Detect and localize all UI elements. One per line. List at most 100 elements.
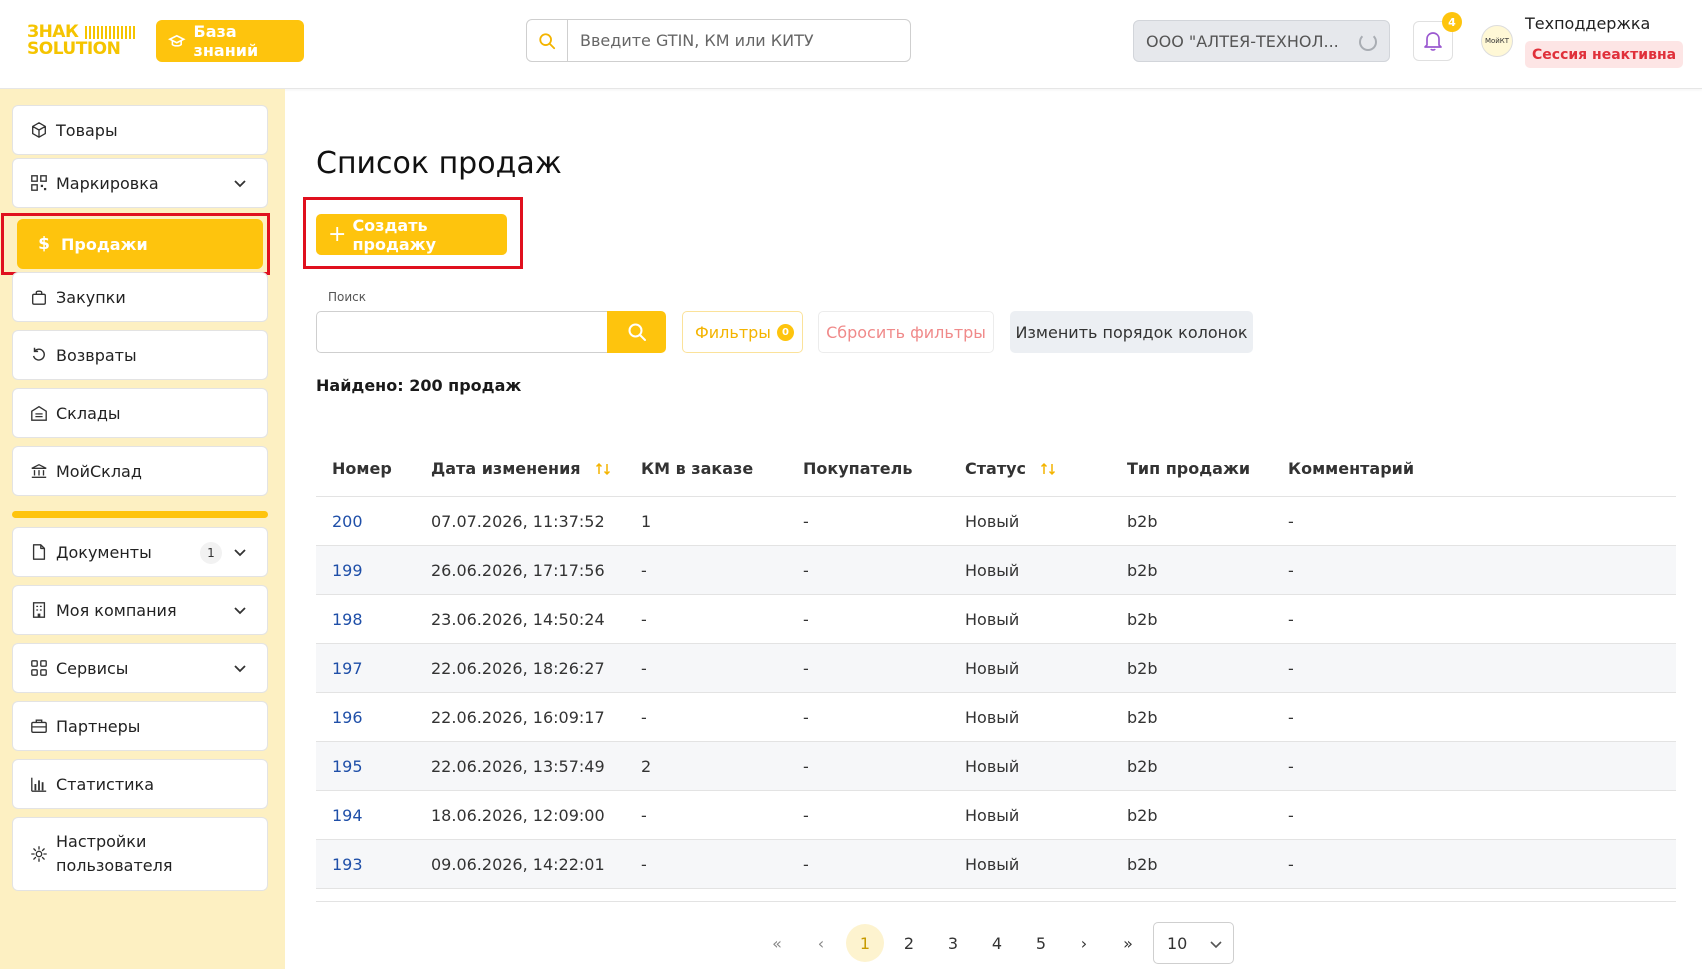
chevron-down-icon [234,607,246,615]
table-row[interactable]: 198 23.06.2026, 14:50:24 - - Новый b2b - [316,595,1676,644]
avatar-text: МойКТ [1484,37,1510,45]
knowledge-base-button[interactable]: База знаний [156,20,304,62]
sidebar-item-returns[interactable]: Возвраты [12,330,268,380]
top-header: ЗНАК SOLUTION База знаний ООО "АЛТЕЯ-ТЕХ… [0,0,1702,89]
sales-search-input[interactable] [317,312,607,352]
sidebar-item-documents[interactable]: Документы 1 [12,527,268,577]
table-row[interactable]: 193 09.06.2026, 14:22:01 - - Новый b2b - [316,840,1676,889]
shopping-bag-icon [32,290,46,305]
global-search-button[interactable] [527,20,568,61]
sort-icon [595,462,610,475]
cell-number[interactable]: 197 [332,659,363,678]
notifications-count-badge: 4 [1442,12,1462,32]
page-button-2[interactable]: 2 [889,922,929,964]
next-page-button[interactable]: › [1064,922,1104,964]
table-row[interactable]: 194 18.06.2026, 12:09:00 - - Новый b2b - [316,791,1676,840]
last-page-button[interactable]: » [1108,922,1148,964]
user-name[interactable]: Техподдержка [1525,14,1650,33]
sidebar-item-purchases[interactable]: Закупки [12,272,268,322]
cell-km: - [641,659,647,678]
cell-number[interactable]: 193 [332,855,363,874]
cell-status: Новый [965,610,1020,629]
sidebar-item-products[interactable]: Товары [12,105,268,155]
filters-button[interactable]: Фильтры 0 [682,311,803,353]
graduation-cap-icon [168,34,186,47]
sidebar-item-label: Статистика [56,774,154,794]
page-button-1[interactable]: 1 [846,924,884,962]
sidebar-item-marking[interactable]: Маркировка [12,158,268,208]
table-row[interactable]: 200 07.07.2026, 11:37:52 1 - Новый b2b - [316,497,1676,546]
cell-number[interactable]: 195 [332,757,363,776]
cell-km: 1 [641,512,652,531]
column-header-modified-date[interactable]: Дата изменения [431,459,611,478]
sidebar-item-partners[interactable]: Партнеры [12,701,268,751]
sales-search-field [316,311,607,353]
table-bottom-border [316,889,1676,902]
logo[interactable]: ЗНАК SOLUTION [27,24,141,58]
column-header-km[interactable]: КМ в заказе [641,459,753,478]
first-page-button[interactable]: « [757,922,797,964]
column-header-number[interactable]: Номер [332,459,392,478]
sidebar-item-statistics[interactable]: Статистика [12,759,268,809]
sidebar-item-services[interactable]: Сервисы [12,643,268,693]
highlight-box-sales [1,213,270,275]
documents-count-badge: 1 [200,542,222,564]
qr-code-icon [31,175,47,191]
sidebar-item-warehouses[interactable]: Склады [12,388,268,438]
sales-search-button[interactable] [607,311,666,353]
page-button-3[interactable]: 3 [933,922,973,964]
chevron-down-icon [234,549,246,557]
table-row[interactable]: 196 22.06.2026, 16:09:17 - - Новый b2b - [316,693,1676,742]
sidebar-item-user-settings[interactable]: Настройки пользователя [12,817,268,891]
filters-count-badge: 0 [776,323,794,341]
cell-number[interactable]: 199 [332,561,363,580]
cell-sale-type: b2b [1127,659,1158,678]
filters-label: Фильтры [695,322,771,342]
page-button-5[interactable]: 5 [1021,922,1061,964]
page-button-4[interactable]: 4 [977,922,1017,964]
sidebar-item-moysklad[interactable]: МойСклад [12,446,268,496]
sidebar-item-my-company[interactable]: Моя компания [12,585,268,635]
table-row[interactable]: 197 22.06.2026, 18:26:27 - - Новый b2b - [316,644,1676,693]
grid-icon [31,660,47,676]
table-row[interactable]: 199 26.06.2026, 17:17:56 - - Новый b2b - [316,546,1676,595]
cell-number[interactable]: 196 [332,708,363,727]
cell-buyer: - [803,855,809,874]
building-icon [32,602,46,618]
avatar[interactable]: МойКТ [1481,25,1513,57]
column-header-status[interactable]: Статус [965,459,1056,478]
column-header-label: Тип продажи [1127,459,1251,478]
page-size-value: 10 [1167,933,1188,953]
table-row[interactable]: 195 22.06.2026, 13:57:49 2 - Новый b2b - [316,742,1676,791]
cell-number[interactable]: 194 [332,806,363,825]
cell-comment: - [1288,855,1294,874]
column-header-sale-type[interactable]: Тип продажи [1127,459,1250,478]
column-header-comment[interactable]: Комментарий [1288,459,1414,478]
cell-modified-date: 09.06.2026, 14:22:01 [431,855,605,874]
briefcase-icon [31,719,47,733]
page-size-select[interactable]: 10 [1153,922,1234,964]
global-search-input[interactable] [568,21,910,60]
bank-icon [31,463,47,478]
prev-page-button[interactable]: ‹ [801,922,841,964]
cell-buyer: - [803,561,809,580]
cell-buyer: - [803,708,809,727]
cell-sale-type: b2b [1127,512,1158,531]
column-header-buyer[interactable]: Покупатель [803,459,912,478]
reorder-columns-button[interactable]: Изменить порядок колонок [1010,311,1253,353]
company-selector[interactable]: ООО "АЛТЕЯ-ТЕХНОЛ... [1133,20,1390,62]
cell-status: Новый [965,855,1020,874]
cell-number[interactable]: 200 [332,512,363,531]
cell-km: - [641,708,647,727]
results-count: Найдено: 200 продаж [316,376,522,395]
cell-comment: - [1288,659,1294,678]
gear-icon [31,846,47,862]
reset-filters-button[interactable]: Сбросить фильтры [818,311,994,353]
cell-buyer: - [803,806,809,825]
cell-sale-type: b2b [1127,806,1158,825]
chevron-down-icon [234,180,246,188]
cell-number[interactable]: 198 [332,610,363,629]
chevron-down-icon [1210,941,1222,949]
cell-comment: - [1288,708,1294,727]
bar-chart-icon [31,777,47,792]
